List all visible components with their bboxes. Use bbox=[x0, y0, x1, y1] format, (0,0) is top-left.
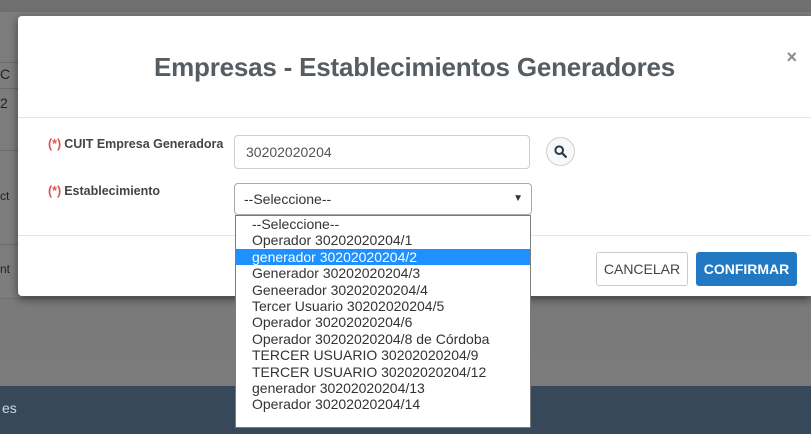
dropdown-option[interactable]: Geneerador 30202020204/4 bbox=[236, 282, 530, 298]
establecimiento-label-text: Establecimiento bbox=[64, 184, 161, 198]
confirm-button[interactable]: CONFIRMAR bbox=[696, 252, 797, 286]
cuit-label-text: CUIT Empresa Generadora bbox=[64, 137, 224, 151]
dropdown-option[interactable]: Operador 30202020204/14 bbox=[236, 396, 530, 412]
cuit-input[interactable]: 30202020204 bbox=[234, 135, 530, 169]
chevron-down-icon: ▼ bbox=[513, 193, 523, 204]
establecimiento-label: (*) Establecimiento bbox=[48, 184, 160, 198]
background-text-fragment: C bbox=[0, 66, 11, 82]
dropdown-option[interactable]: generador 30202020204/13 bbox=[236, 380, 530, 396]
dropdown-option[interactable]: generador 30202020204/2 bbox=[236, 248, 530, 266]
modal-header: Empresas - Establecimientos Generadores … bbox=[18, 16, 811, 118]
modal-title: Empresas - Establecimientos Generadores bbox=[153, 52, 676, 82]
dropdown-option[interactable]: Operador 30202020204/6 bbox=[236, 314, 530, 330]
cuit-label: (*) CUIT Empresa Generadora bbox=[48, 137, 223, 151]
cancel-button[interactable]: CANCELAR bbox=[596, 252, 688, 286]
dropdown-option[interactable]: --Seleccione-- bbox=[236, 216, 530, 232]
search-button[interactable] bbox=[546, 137, 575, 166]
required-marker: (*) bbox=[48, 184, 62, 198]
background-divider bbox=[0, 244, 18, 245]
dropdown-option[interactable]: Generador 30202020204/3 bbox=[236, 265, 530, 281]
dropdown-option[interactable]: TERCER USUARIO 30202020204/12 bbox=[236, 364, 530, 380]
background-divider bbox=[0, 88, 18, 89]
background-divider bbox=[0, 150, 18, 151]
background-text-fragment: ct bbox=[0, 189, 10, 203]
dropdown-option[interactable]: Operador 30202020204/8 de Córdoba bbox=[236, 331, 530, 347]
background-top-bar bbox=[0, 0, 811, 12]
close-button[interactable]: × bbox=[786, 47, 797, 68]
establecimiento-select[interactable]: --Seleccione-- ▼ bbox=[234, 183, 532, 215]
select-value: --Seleccione-- bbox=[244, 191, 332, 207]
required-marker: (*) bbox=[48, 137, 62, 151]
dropdown-option[interactable]: Tercer Usuario 30202020204/5 bbox=[236, 298, 530, 314]
dropdown-option[interactable]: Operador 30202020204/1 bbox=[236, 232, 530, 248]
dropdown-option[interactable]: TERCER USUARIO 30202020204/9 bbox=[236, 347, 530, 363]
search-icon bbox=[554, 145, 567, 158]
background-footer-text: es bbox=[2, 400, 17, 416]
background-divider bbox=[0, 62, 18, 63]
establecimiento-dropdown-list[interactable]: --Seleccione-- Operador 30202020204/1 gene… bbox=[235, 215, 531, 428]
background-text-fragment: nt bbox=[0, 262, 11, 276]
background-text-fragment: 2 bbox=[0, 95, 8, 111]
